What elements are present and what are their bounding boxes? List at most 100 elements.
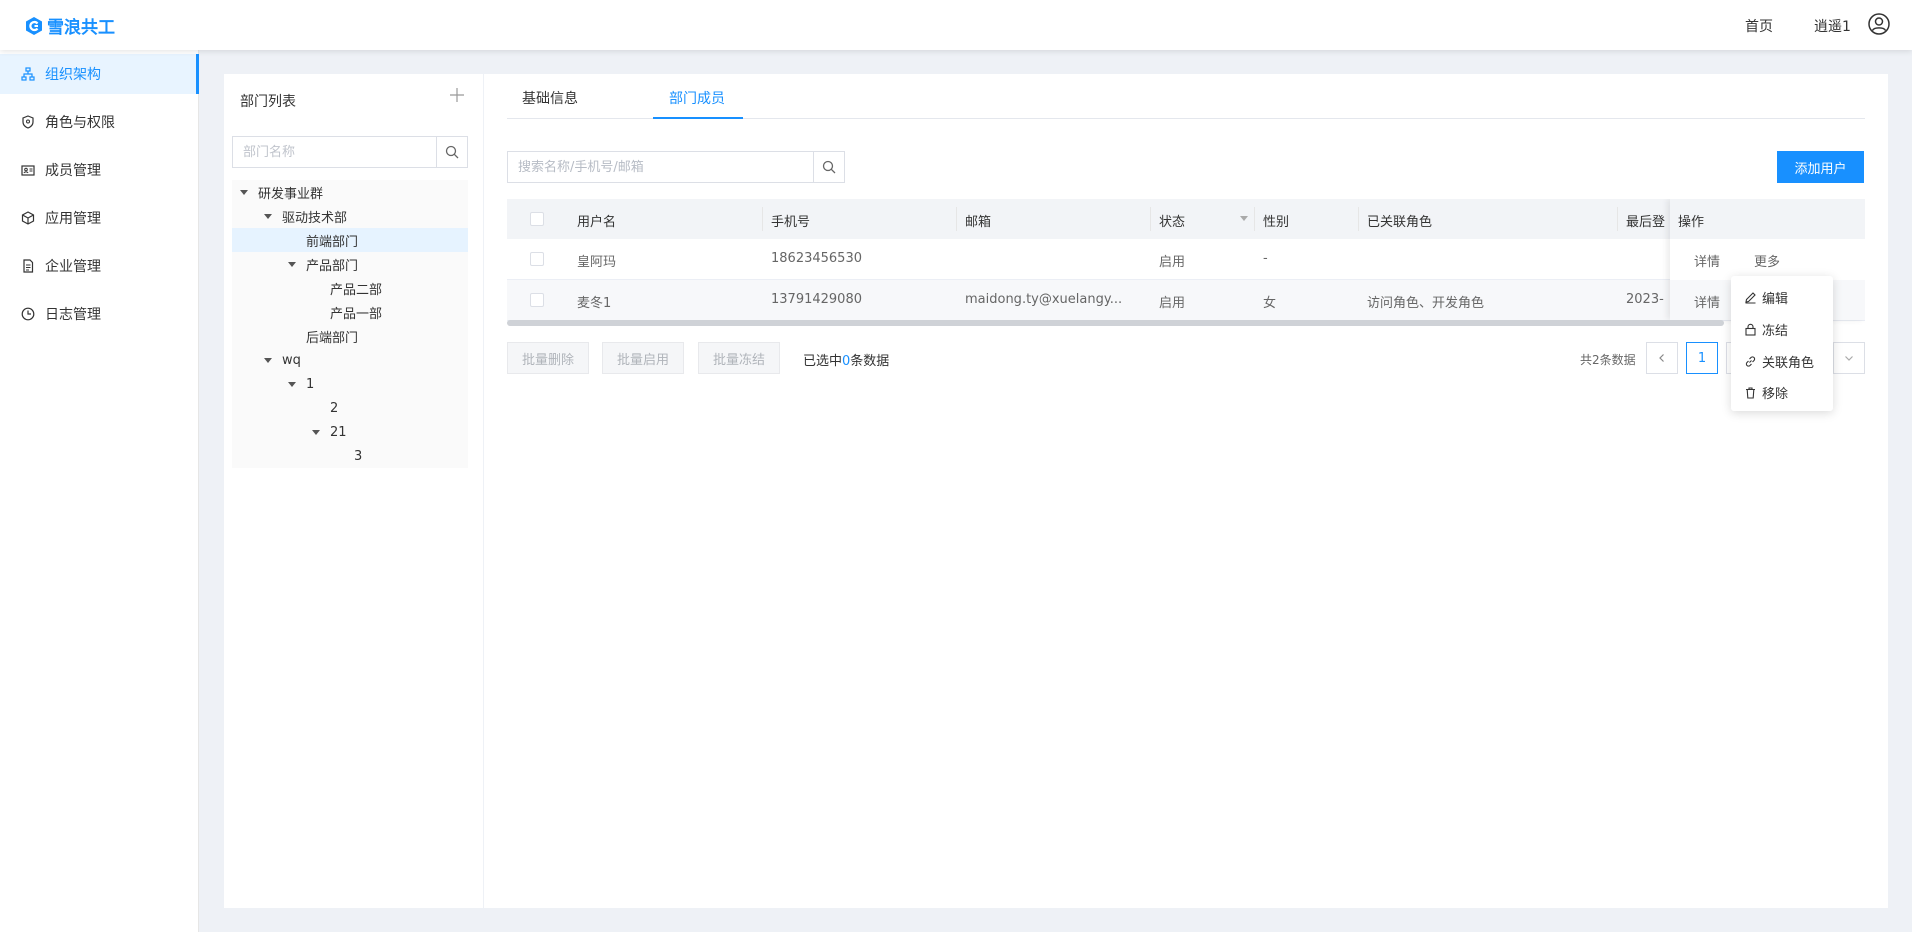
add-dept-icon[interactable] [449, 87, 465, 103]
caret-down-icon[interactable] [240, 189, 248, 195]
cube-icon [21, 211, 35, 225]
cell-gender: - [1263, 251, 1268, 266]
tab-basic-info[interactable]: 基础信息 [522, 88, 578, 108]
pagination-total: 共2条数据 [1580, 353, 1636, 367]
row-checkbox[interactable] [530, 293, 544, 307]
cell-last-login: 2023- [1626, 292, 1664, 307]
caret-down-icon[interactable] [288, 381, 296, 387]
horizontal-scrollbar[interactable] [507, 320, 1724, 326]
sidebar-item-label: 日志管理 [45, 307, 101, 323]
caret-down-icon[interactable] [264, 357, 272, 363]
col-username: 用户名 [577, 215, 617, 230]
tree-node-3[interactable]: 3 [232, 444, 468, 468]
page-button-current[interactable]: 1 [1686, 342, 1718, 374]
row-checkbox[interactable] [530, 252, 544, 266]
cell-status: 启用 [1159, 255, 1186, 270]
sidebar-item-label: 应用管理 [45, 211, 101, 227]
menu-item-link-role[interactable]: 关联角色 [1744, 350, 1814, 372]
org-chart-icon [21, 67, 35, 81]
sidebar-item-apps[interactable]: 应用管理 [0, 198, 199, 238]
col-status[interactable]: 状态 [1159, 211, 1185, 230]
col-actions: 操作 [1678, 215, 1705, 230]
tree-node-2[interactable]: 2 [232, 396, 468, 420]
cell-phone: 18623456530 [771, 251, 862, 266]
main-panel: 基础信息 部门成员 添加用户 用户名 手机号 邮箱 状态 性别 已关联角色 最后… [484, 74, 1888, 908]
dept-tree-panel: 部门列表 研发事业群 驱动技术部 前端部门 产品部门 产品二部 产品一部 后端部… [224, 74, 483, 908]
bulk-enable-button[interactable]: 批量启用 [602, 342, 685, 374]
tree-node-1[interactable]: 1 [232, 372, 468, 396]
col-phone: 手机号 [771, 215, 811, 230]
sidebar-item-org[interactable]: 组织架构 [0, 54, 199, 94]
sidebar-item-label: 企业管理 [45, 259, 101, 275]
tab-dept-members[interactable]: 部门成员 [669, 88, 725, 108]
tree-node-21[interactable]: 21 [232, 420, 468, 444]
logo[interactable]: 雪浪共工 [24, 13, 115, 38]
tree-node-product[interactable]: 产品部门 [232, 252, 468, 276]
cell-username: 皇阿玛 [577, 255, 617, 270]
actions-header: 操作 [1670, 199, 1865, 239]
cell-status: 启用 [1159, 296, 1186, 311]
menu-item-freeze[interactable]: 冻结 [1744, 318, 1788, 340]
sidebar: 组织架构 角色与权限 成员管理 应用管理 企业管理 日志管理 [0, 50, 199, 932]
search-icon [445, 145, 459, 159]
page-size-select[interactable] [1833, 342, 1865, 374]
add-user-button[interactable]: 添加用户 [1777, 151, 1864, 183]
more-actions-menu: 编辑 冻结 关联角色 移除 [1731, 276, 1833, 411]
table-row[interactable]: 麦冬1 13791429080 maidong.ty@xuelangy... 启… [507, 280, 1865, 321]
shield-icon [22, 115, 34, 129]
table-row[interactable]: 皇阿玛 18623456530 启用 - [507, 239, 1865, 280]
detail-link[interactable]: 详情 [1694, 292, 1720, 311]
caret-down-icon[interactable] [312, 429, 320, 435]
trash-icon [1746, 386, 1755, 399]
clock-icon [21, 307, 35, 321]
sidebar-item-members[interactable]: 成员管理 [0, 150, 199, 190]
sidebar-item-enterprise[interactable]: 企业管理 [0, 246, 199, 286]
tree-node-wq[interactable]: wq [232, 348, 468, 372]
member-search-input[interactable] [508, 152, 813, 182]
filter-caret-icon[interactable] [1240, 216, 1248, 221]
tree-node-backend[interactable]: 后端部门 [232, 324, 468, 348]
tree-node-drive-tech[interactable]: 驱动技术部 [232, 204, 468, 228]
cell-phone: 13791429080 [771, 292, 862, 307]
sidebar-item-label: 角色与权限 [45, 115, 115, 131]
bulk-freeze-button[interactable]: 批量冻结 [698, 342, 781, 374]
more-link[interactable]: 更多 [1754, 251, 1780, 270]
col-last-login: 最后登 [1626, 215, 1666, 230]
menu-item-edit[interactable]: 编辑 [1744, 286, 1788, 308]
cell-email: maidong.ty@xuelangy... [965, 292, 1123, 307]
tree-node-product-1[interactable]: 产品一部 [232, 300, 468, 324]
chevron-left-icon [1659, 354, 1664, 362]
member-search-button[interactable] [813, 152, 844, 182]
bulk-delete-button[interactable]: 批量删除 [507, 342, 590, 374]
sidebar-item-roles[interactable]: 角色与权限 [0, 102, 199, 142]
sidebar-item-label: 组织架构 [45, 67, 101, 83]
search-icon [822, 160, 836, 174]
nav-username[interactable]: 逍遥1 [1814, 16, 1851, 36]
member-search [507, 151, 845, 183]
dept-search-button[interactable] [436, 137, 467, 167]
prev-page-button[interactable] [1646, 342, 1678, 374]
table-header: 用户名 手机号 邮箱 状态 性别 已关联角色 最后登 [507, 199, 1865, 239]
user-avatar-icon[interactable] [1868, 13, 1890, 35]
caret-down-icon[interactable] [288, 261, 296, 267]
sidebar-item-logs[interactable]: 日志管理 [0, 294, 199, 334]
cell-username: 麦冬1 [577, 296, 612, 311]
tree-node-rd-group[interactable]: 研发事业群 [232, 180, 468, 204]
cell-roles: 访问角色、开发角色 [1367, 296, 1485, 311]
menu-item-remove[interactable]: 移除 [1744, 381, 1788, 403]
select-all-checkbox[interactable] [530, 212, 544, 226]
sidebar-item-label: 成员管理 [45, 163, 101, 179]
dept-tree: 研发事业群 驱动技术部 前端部门 产品部门 产品二部 产品一部 后端部门 wq … [232, 180, 468, 468]
dept-search-input[interactable] [233, 137, 436, 167]
col-gender: 性别 [1263, 215, 1290, 230]
document-icon [23, 259, 34, 273]
col-email: 邮箱 [965, 215, 992, 230]
nav-home-link[interactable]: 首页 [1745, 16, 1773, 36]
tree-node-product-2[interactable]: 产品二部 [232, 276, 468, 300]
detail-link[interactable]: 详情 [1694, 251, 1720, 270]
logo-text: 雪浪共工 [47, 18, 115, 38]
tree-node-frontend[interactable]: 前端部门 [232, 228, 468, 252]
lock-icon [1745, 323, 1756, 336]
edit-icon [1745, 291, 1756, 304]
caret-down-icon[interactable] [264, 213, 272, 219]
